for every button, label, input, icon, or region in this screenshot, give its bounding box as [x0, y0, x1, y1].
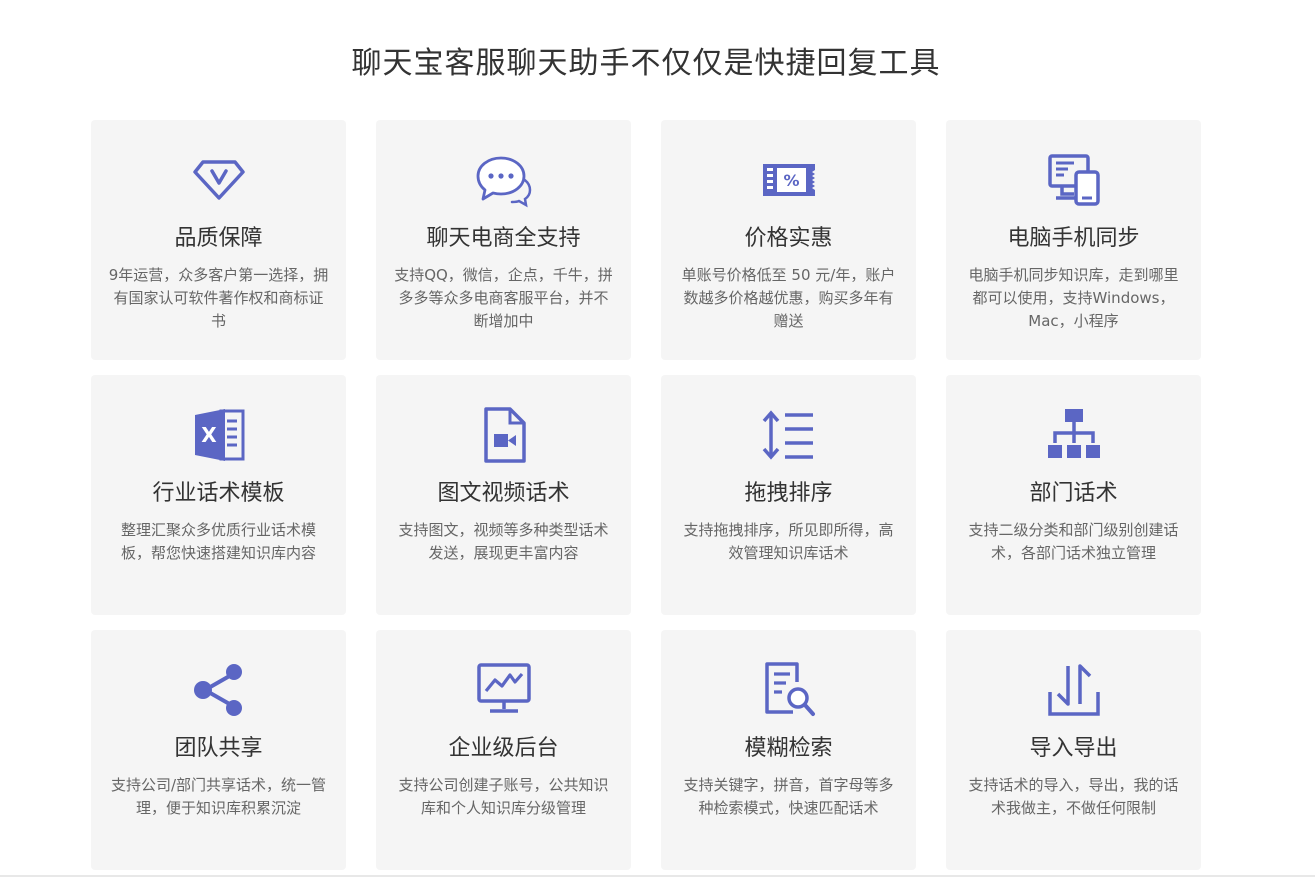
card-description: 整理汇聚众多优质行业话术模板，帮您快速搭建知识库内容 [120, 521, 316, 562]
feature-card-templates: X 行业话术模板 整理汇聚众多优质行业话术模板，帮您快速搭建知识库内容 [91, 375, 346, 615]
feature-card-department: 部门话术 支持二级分类和部门级别创建话术，各部门话术独立管理 [946, 375, 1201, 615]
feature-card-search: 模糊检索 支持关键字，拼音，首字母等多种检索模式，快速匹配话术 [661, 630, 916, 870]
card-title: 聊天电商全支持 [426, 226, 581, 251]
org-chart-icon [1047, 409, 1100, 458]
card-description: 支持QQ，微信，企点，千牛，拼多多等众多电商客服平台，并不断增加中 [394, 266, 613, 330]
feature-card-media: 图文视频话术 支持图文，视频等多种类型话术发送，展现更丰富内容 [376, 375, 631, 615]
card-description: 9年运营，众多客户第一选择，拥有国家认可软件著作权和商标证书 [108, 266, 329, 330]
feature-card-import-export: 导入导出 支持话术的导入，导出，我的话术我做主，不做任何限制 [946, 630, 1201, 870]
card-description: 支持话术的导入，导出，我的话术我做主，不做任何限制 [968, 776, 1179, 817]
card-title: 行业话术模板 [152, 481, 285, 506]
card-description: 支持公司/部门共享话术，统一管理，便于知识库积累沉淀 [110, 776, 327, 817]
feature-grid: 品质保障 9年运营，众多客户第一选择，拥有国家认可软件著作权和商标证书 聊天电商… [91, 120, 1201, 870]
computer-phone-icon [1047, 154, 1100, 206]
card-title: 品质保障 [174, 226, 263, 251]
diamond-v-icon [192, 160, 245, 200]
feature-card-quality: 品质保障 9年运营，众多客户第一选择，拥有国家认可软件著作权和商标证书 [91, 120, 346, 360]
card-description: 支持二级分类和部门级别创建话术，各部门话术独立管理 [968, 521, 1179, 562]
card-title: 模糊检索 [744, 736, 833, 761]
discount-ticket-icon: % [762, 164, 815, 196]
chat-bubbles-icon [476, 156, 531, 208]
card-title: 图文视频话术 [437, 481, 570, 506]
feature-card-sync: 电脑手机同步 电脑手机同步知识库，走到哪里都可以使用，支持Windows，Mac… [946, 120, 1201, 360]
card-title: 价格实惠 [744, 226, 833, 251]
excel-icon: X [194, 409, 244, 461]
card-description: 支持关键字，拼音，首字母等多种检索模式，快速匹配话术 [683, 776, 894, 817]
feature-card-team-share: 团队共享 支持公司/部门共享话术，统一管理，便于知识库积累沉淀 [91, 630, 346, 870]
page-title: 聊天宝客服聊天助手不仅仅是快捷回复工具 [351, 46, 941, 81]
card-description: 单账号价格低至 50 元/年，账户数越多价格越优惠，购买多年有赠送 [681, 266, 896, 330]
document-search-icon [764, 662, 815, 716]
feature-card-enterprise: 企业级后台 支持公司创建子账号，公共知识库和个人知识库分级管理 [376, 630, 631, 870]
sort-list-icon [762, 410, 813, 460]
feature-card-ecommerce: 聊天电商全支持 支持QQ，微信，企点，千牛，拼多多等众多电商客服平台，并不断增加… [376, 120, 631, 360]
import-export-icon [1047, 664, 1100, 716]
card-description: 支持公司创建子账号，公共知识库和个人知识库分级管理 [398, 776, 609, 817]
card-description: 支持拖拽排序，所见即所得，高效管理知识库话术 [683, 521, 894, 562]
feature-card-sorting: 拖拽排序 支持拖拽排序，所见即所得，高效管理知识库话术 [661, 375, 916, 615]
feature-card-price: % 价格实惠 单账号价格低至 50 元/年，账户数越多价格越优惠，购买多年有赠送 [661, 120, 916, 360]
monitor-chart-icon [476, 663, 531, 713]
share-icon [193, 664, 242, 716]
card-description: 支持图文，视频等多种类型话术发送，展现更丰富内容 [398, 521, 609, 562]
card-title: 电脑手机同步 [1007, 226, 1140, 251]
svg-text:X: X [201, 423, 217, 447]
card-title: 企业级后台 [448, 736, 559, 761]
card-title: 导入导出 [1029, 736, 1118, 761]
card-description: 电脑手机同步知识库，走到哪里都可以使用，支持Windows，Mac，小程序 [968, 266, 1179, 330]
svg-text:%: % [783, 171, 799, 190]
card-title: 部门话术 [1029, 481, 1118, 506]
card-title: 拖拽排序 [744, 481, 833, 506]
video-file-icon [483, 407, 526, 463]
card-title: 团队共享 [174, 736, 263, 761]
